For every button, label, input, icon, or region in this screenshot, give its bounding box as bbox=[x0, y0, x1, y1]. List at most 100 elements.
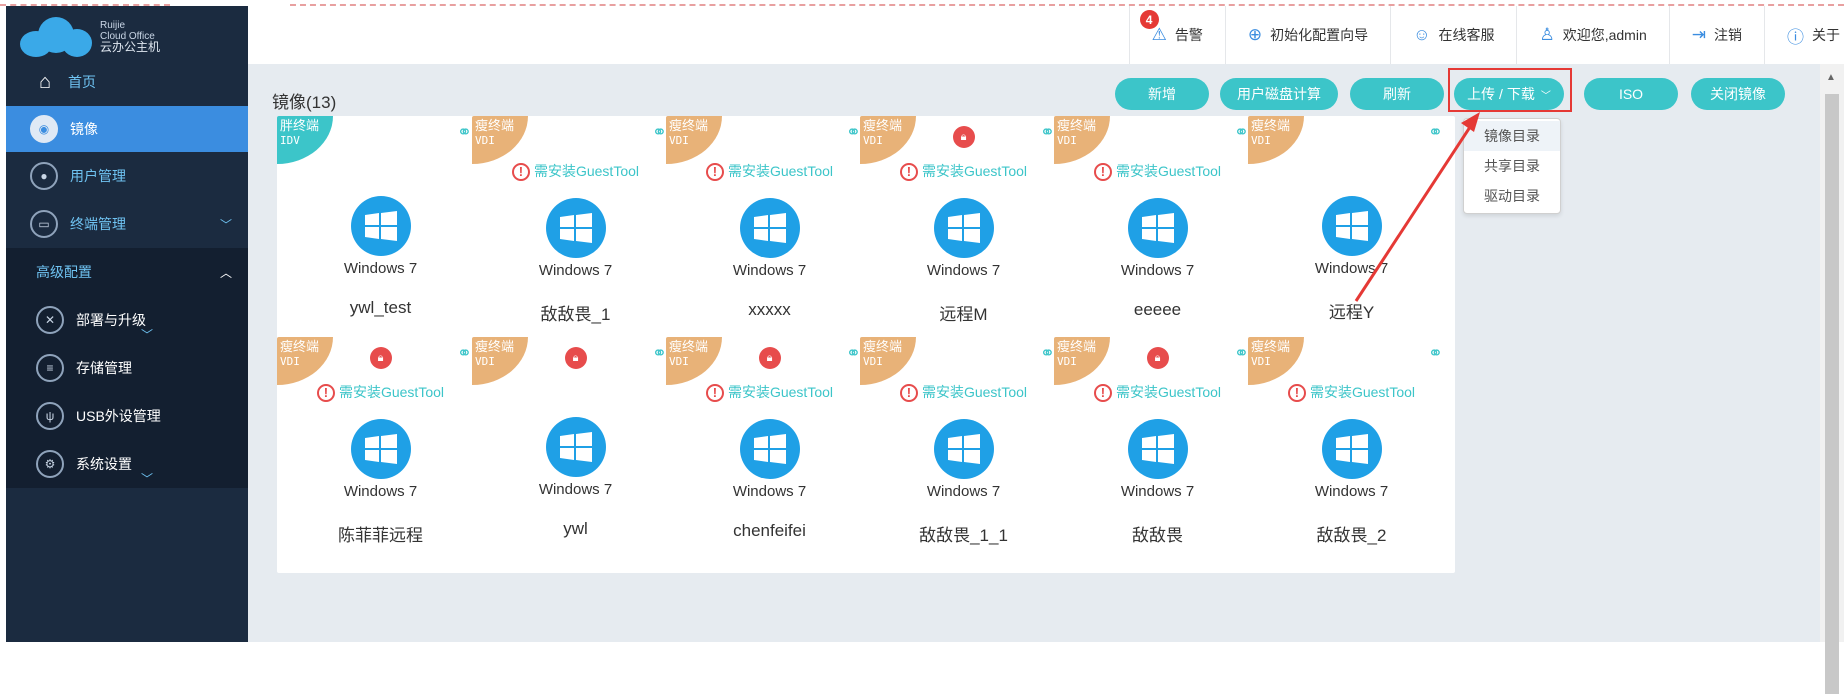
link-icon[interactable]: ⚭ bbox=[457, 122, 472, 143]
scroll-up-arrow-icon[interactable]: ▲ bbox=[1826, 72, 1836, 83]
warning-text: 需安装GuestTool bbox=[1115, 163, 1222, 179]
home-icon: ⌂ bbox=[38, 70, 52, 93]
cloud-logo-icon bbox=[20, 15, 94, 57]
windows-logo-icon bbox=[1127, 419, 1188, 479]
guesttool-warning: ! 需安装GuestTool bbox=[1054, 382, 1261, 403]
image-name: 远程Y bbox=[1328, 303, 1375, 322]
windows-logo-icon bbox=[1321, 196, 1382, 256]
link-icon[interactable]: ⚭ bbox=[1428, 122, 1443, 143]
image-card[interactable]: 瘦终端 VDI ⚭ 🔒︎! 需安装GuestTool Windows 7 敌敌畏 bbox=[1054, 337, 1261, 573]
terminal-type-label: 瘦终端 bbox=[1251, 118, 1291, 133]
protocol-label: VDI bbox=[863, 355, 883, 368]
os-label: Windows 7 bbox=[1120, 483, 1195, 500]
link-icon[interactable]: ⚭ bbox=[457, 343, 472, 364]
header-item-label: 注销 bbox=[1714, 27, 1742, 43]
os-label: Windows 7 bbox=[926, 483, 1001, 500]
exclamation-icon: ! bbox=[899, 163, 918, 182]
sidebar-item-label: 镜像 bbox=[70, 121, 98, 137]
top-header: 4 ⚠ 告警 ⊕ 初始化配置向导 ☺ 在线客服 ♙ 欢迎您,admin ⇥ 注销… bbox=[248, 6, 1844, 65]
link-icon[interactable]: ⚭ bbox=[1428, 343, 1443, 364]
header-alerts[interactable]: 4 ⚠ 告警 bbox=[1128, 6, 1225, 64]
terminal-type-tag: 瘦终端 VDI bbox=[1248, 116, 1304, 164]
link-icon[interactable]: ⚭ bbox=[1040, 122, 1055, 143]
terminal-type-label: 瘦终端 bbox=[669, 118, 709, 133]
menu-item-driver-dir[interactable]: 驱动目录 bbox=[1464, 181, 1560, 211]
link-icon[interactable]: ⚭ bbox=[652, 122, 667, 143]
image-card[interactable]: 瘦终端 VDI ⚭! 需安装GuestTool Windows 7 xxxxx bbox=[666, 116, 873, 352]
image-card[interactable]: 瘦终端 VDI ⚭ 🔒︎! 需安装GuestTool Windows 7 chenfeife… bbox=[666, 337, 873, 573]
terminal-type-tag: 瘦终端 VDI bbox=[666, 337, 722, 385]
close-image-button[interactable]: 关闭镜像 bbox=[1691, 78, 1785, 110]
sidebar-item-storage[interactable]: ≡ 存储管理 bbox=[6, 344, 248, 392]
windows-logo-icon bbox=[933, 198, 994, 258]
windows-logo-icon bbox=[739, 198, 800, 258]
refresh-button[interactable]: 刷新 bbox=[1350, 78, 1444, 110]
iso-button[interactable]: ISO bbox=[1584, 78, 1678, 110]
terminal-type-label: 瘦终端 bbox=[1251, 339, 1291, 354]
image-card[interactable]: 瘦终端 VDI ⚭! 需安装GuestTool Windows 7 敌敌畏_2 bbox=[1248, 337, 1455, 573]
terminal-type-tag: 胖终端 IDV bbox=[277, 116, 333, 164]
menu-item-shared-dir[interactable]: 共享目录 bbox=[1464, 151, 1560, 181]
image-card[interactable]: 瘦终端 VDI ⚭ 🔒︎ Windows 7 ywl bbox=[472, 337, 679, 573]
link-icon[interactable]: ⚭ bbox=[1234, 343, 1249, 364]
disk-calc-button[interactable]: 用户磁盘计算 bbox=[1220, 78, 1338, 110]
windows-logo-icon bbox=[1321, 419, 1382, 479]
sidebar-item-label: USB外设管理 bbox=[76, 408, 161, 424]
image-card[interactable]: 瘦终端 VDI ⚭! 需安装GuestTool Windows 7 敌敌畏_1 bbox=[472, 116, 679, 352]
image-card[interactable]: 瘦终端 VDI ⚭! 需安装GuestTool Windows 7 eeeee bbox=[1054, 116, 1261, 352]
logout-icon: ⇥ bbox=[1691, 25, 1706, 44]
image-name: 远程M bbox=[939, 305, 988, 324]
warning-text: 需安装GuestTool bbox=[1115, 384, 1222, 400]
link-icon[interactable]: ⚭ bbox=[652, 343, 667, 364]
link-icon[interactable]: ⚭ bbox=[1234, 122, 1249, 143]
info-icon: ⓘ bbox=[1787, 27, 1804, 47]
header-setup-wizard[interactable]: ⊕ 初始化配置向导 bbox=[1224, 6, 1390, 64]
upload-download-button[interactable]: 上传 / 下载 ﹀ bbox=[1454, 78, 1564, 110]
scrollbar-thumb[interactable] bbox=[1825, 94, 1839, 694]
exclamation-icon: ! bbox=[316, 384, 335, 403]
vertical-scrollbar[interactable]: ▲ bbox=[1820, 64, 1844, 694]
brand-logo[interactable]: Ruijie Cloud Office 云办公主机 bbox=[6, 6, 248, 66]
sidebar-item-home[interactable]: ⌂ 首页 bbox=[6, 58, 248, 106]
chevron-up-icon: ︿ bbox=[219, 265, 232, 280]
terminal-type-label: 瘦终端 bbox=[475, 118, 515, 133]
image-card[interactable]: 瘦终端 VDI ⚭ 🔒︎! 需安装GuestTool Windows 7 陈菲菲远程 bbox=[277, 337, 484, 573]
sidebar-item-images[interactable]: ◉ 镜像 bbox=[6, 106, 248, 152]
windows-logo-icon bbox=[739, 419, 800, 479]
image-card[interactable]: 瘦终端 VDI ⚭ Windows 7 远程Y bbox=[1248, 116, 1455, 352]
lock-icon: 🔒︎ bbox=[564, 347, 587, 369]
terminal-type-tag: 瘦终端 VDI bbox=[1248, 337, 1304, 385]
link-icon[interactable]: ⚭ bbox=[846, 343, 861, 364]
exclamation-icon: ! bbox=[899, 384, 918, 403]
link-icon[interactable]: ⚭ bbox=[846, 122, 861, 143]
image-card[interactable]: 瘦终端 VDI ⚭ 🔒︎! 需安装GuestTool Windows 7 远程M bbox=[860, 116, 1067, 352]
warning-text: 需安装GuestTool bbox=[727, 163, 834, 179]
terminal-type-label: 瘦终端 bbox=[1057, 118, 1097, 133]
image-name: 敌敌畏_2 bbox=[1316, 526, 1387, 545]
warning-text: 需安装GuestTool bbox=[921, 384, 1028, 400]
image-card[interactable]: 胖终端 IDV ⚭ Windows 7 ywl_test bbox=[277, 116, 484, 352]
header-welcome-user[interactable]: ♙ 欢迎您,admin bbox=[1516, 6, 1668, 64]
section-label: 高级配置 bbox=[36, 264, 92, 280]
guesttool-warning: ! 需安装GuestTool bbox=[860, 161, 1067, 182]
sidebar-item-terminals[interactable]: ▭ 终端管理 ﹀ bbox=[6, 200, 248, 248]
sidebar-item-users[interactable]: ● 用户管理 bbox=[6, 152, 248, 200]
link-icon[interactable]: ⚭ bbox=[1040, 343, 1055, 364]
sidebar-item-system-settings[interactable]: ⚙ 系统设置 ﹀ bbox=[6, 440, 248, 488]
sidebar-item-usb[interactable]: ψ USB外设管理 bbox=[6, 392, 248, 440]
lock-icon: 🔒︎ bbox=[952, 126, 975, 148]
user-icon: ♙ bbox=[1539, 25, 1555, 44]
header-logout[interactable]: ⇥ 注销 bbox=[1668, 6, 1764, 64]
sidebar-item-deploy-upgrade[interactable]: ✕ 部署与升级 ﹀ bbox=[6, 296, 248, 344]
tools-icon: ✕ bbox=[36, 306, 64, 334]
header-about[interactable]: ⓘ 关于 bbox=[1764, 6, 1844, 64]
terminal-type-tag: 瘦终端 VDI bbox=[472, 116, 528, 164]
menu-item-image-dir[interactable]: 镜像目录 bbox=[1464, 121, 1560, 151]
header-online-support[interactable]: ☺ 在线客服 bbox=[1390, 6, 1516, 64]
os-label: Windows 7 bbox=[732, 483, 807, 500]
sidebar-section-advanced[interactable]: 高级配置 ︿ bbox=[6, 248, 248, 296]
image-card[interactable]: 瘦终端 VDI ⚭! 需安装GuestTool Windows 7 敌敌畏_1_1 bbox=[860, 337, 1067, 573]
exclamation-icon: ! bbox=[705, 163, 724, 182]
guesttool-warning: ! 需安装GuestTool bbox=[277, 382, 484, 403]
add-button[interactable]: 新增 bbox=[1115, 78, 1209, 110]
